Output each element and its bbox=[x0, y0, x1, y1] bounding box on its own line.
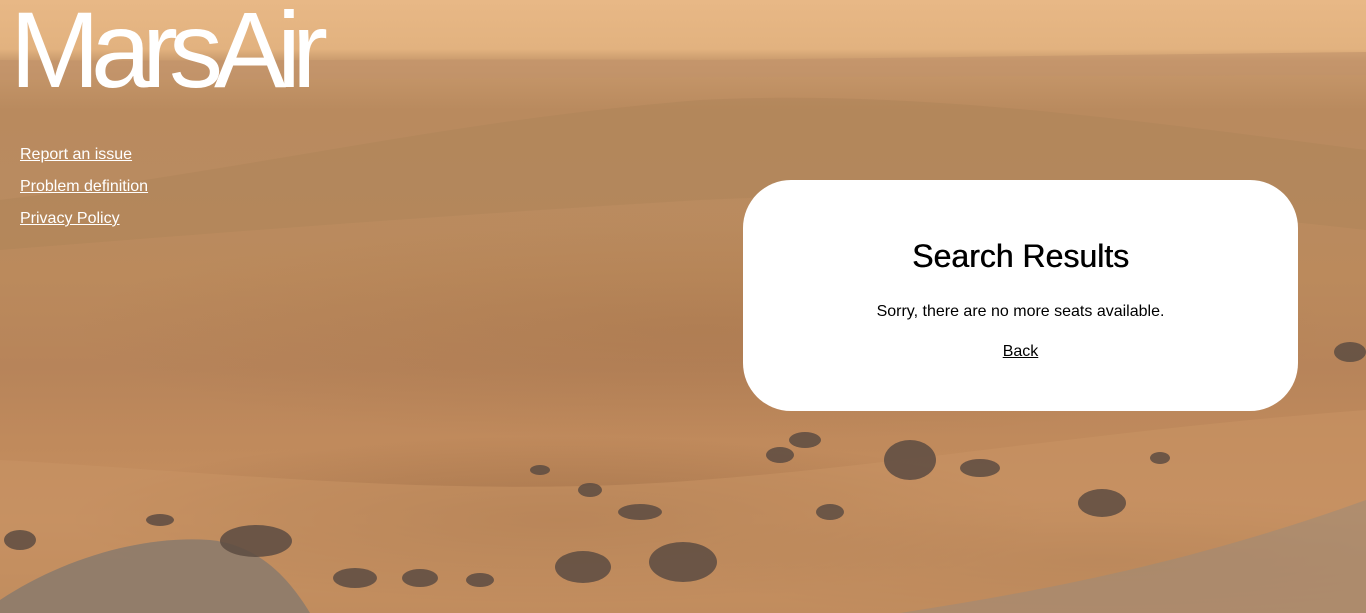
nav-item-privacy-policy: Privacy Policy bbox=[20, 210, 148, 242]
search-results-card: Search Results Sorry, there are no more … bbox=[743, 180, 1298, 411]
search-results-heading: Search Results bbox=[912, 238, 1129, 274]
marsair-logo: MarsAir bbox=[10, 0, 328, 110]
page: MarsAir Report an issue Problem definiti… bbox=[0, 0, 1366, 613]
nav-item-report-issue: Report an issue bbox=[20, 146, 148, 178]
report-issue-link[interactable]: Report an issue bbox=[20, 146, 132, 163]
privacy-policy-link[interactable]: Privacy Policy bbox=[20, 210, 120, 227]
side-navigation: Report an issue Problem definition Priva… bbox=[20, 146, 148, 242]
no-seats-message: Sorry, there are no more seats available… bbox=[876, 303, 1165, 320]
problem-definition-link[interactable]: Problem definition bbox=[20, 178, 148, 195]
nav-item-problem-definition: Problem definition bbox=[20, 178, 148, 210]
back-link[interactable]: Back bbox=[743, 343, 1298, 361]
